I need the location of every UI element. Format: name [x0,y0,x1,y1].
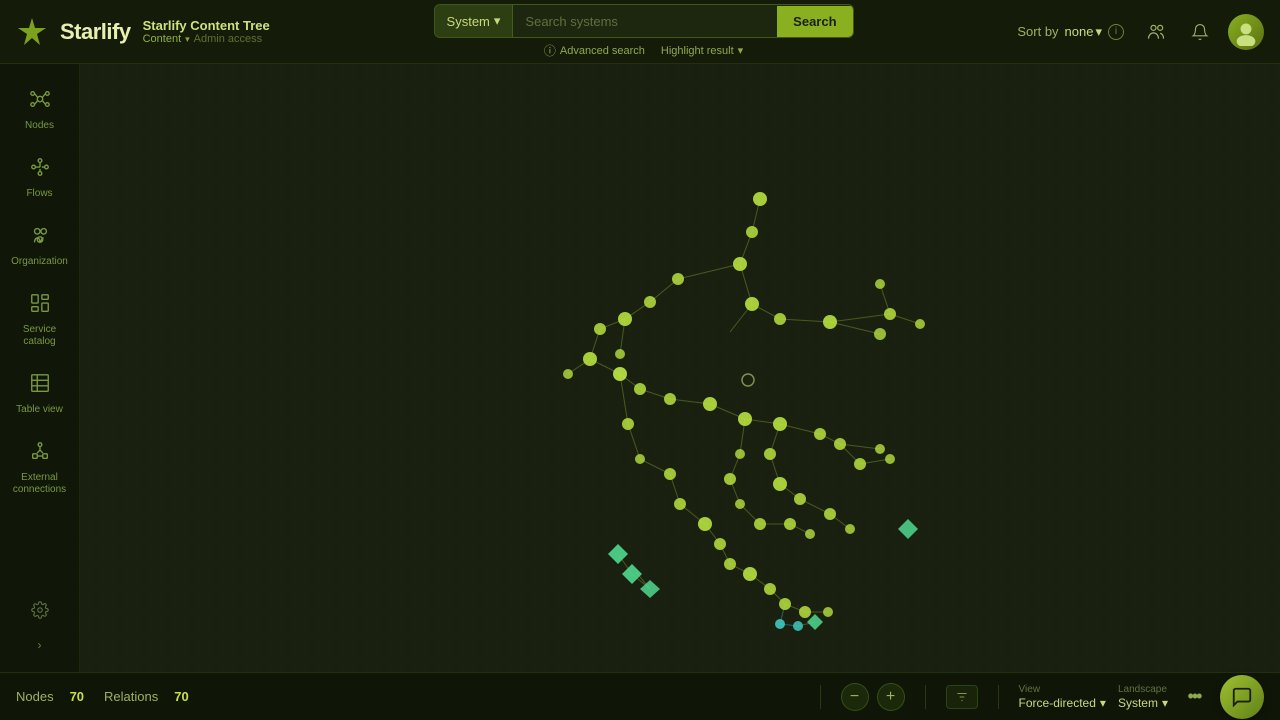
search-system-dropdown[interactable]: System ▾ [435,5,514,37]
app-header: Starlify Starlify Content Tree Content ▾… [0,0,1280,64]
advanced-search-icon: ⓘ [544,42,556,59]
sort-value-dropdown[interactable]: none ▾ [1065,24,1102,40]
landscape-value-text: System [1118,696,1158,710]
chat-button[interactable] [1220,675,1264,719]
status-right: − + View Force-directed ▾ Landscape Syst… [812,675,1264,719]
graph-area[interactable] [80,64,1280,672]
users-icon[interactable] [1140,16,1172,48]
header-icons [1140,14,1264,50]
more-options-button[interactable]: ••• [1180,683,1208,711]
sidebar-item-table-view[interactable]: Table view [6,364,74,424]
breadcrumb: Starlify Content Tree Content ▾ Admin ac… [143,18,270,45]
sidebar-bottom: › [24,594,56,672]
status-divider-2 [925,685,926,709]
view-label: View [1019,684,1106,695]
landscape-label: Landscape [1118,684,1168,695]
view-value-text: Force-directed [1019,696,1096,710]
sort-chevron: ▾ [1095,24,1102,40]
search-area: System ▾ Search ⓘ Advanced search Highli… [286,4,1002,59]
highlight-chevron: ▾ [738,44,744,57]
breadcrumb-chevron: ▾ [185,34,190,45]
bell-icon[interactable] [1184,16,1216,48]
status-divider-3 [998,685,999,709]
table-view-icon [29,372,51,400]
force-directed-graph [80,64,1280,672]
zoom-in-button[interactable]: + [877,683,905,711]
organization-icon [29,224,51,252]
view-chevron: ▾ [1100,696,1106,710]
organization-label: Organization [11,256,68,268]
sort-by-control: Sort by none ▾ i [1017,24,1124,40]
sort-label: Sort by [1017,24,1058,39]
sidebar: Nodes Flows Organization [0,64,80,672]
table-view-label: Table view [16,404,63,416]
status-info: Nodes 70 Relations 70 [16,689,189,704]
sort-info-icon[interactable]: i [1108,24,1124,40]
search-bar: System ▾ Search [434,4,854,38]
landscape-control: Landscape System ▾ [1118,684,1168,710]
sidebar-item-service-catalog[interactable]: Service catalog [6,284,74,356]
search-button[interactable]: Search [777,6,852,37]
breadcrumb-section[interactable]: Content [143,33,182,45]
zoom-controls: − + [841,683,905,711]
status-divider [820,685,821,709]
expand-icon: › [38,638,42,652]
nodes-label: Nodes [16,689,54,704]
app-name: Starlify [60,19,131,45]
external-connections-icon [29,440,51,468]
nodes-label: Nodes [25,120,54,132]
search-input[interactable] [513,6,777,37]
sidebar-item-organization[interactable]: Organization [6,216,74,276]
sidebar-item-flows[interactable]: Flows [6,148,74,208]
settings-icon[interactable] [24,594,56,626]
landscape-chevron: ▾ [1162,696,1168,710]
breadcrumb-sub: Content ▾ Admin access [143,33,270,45]
main-layout: Nodes Flows Organization [0,64,1280,672]
user-avatar[interactable] [1228,14,1264,50]
flows-label: Flows [26,188,52,200]
logo-area: Starlify Starlify Content Tree Content ▾… [16,16,270,48]
sort-value-text: none [1065,24,1094,39]
highlight-result-label: Highlight result [661,45,734,57]
advanced-search-link[interactable]: ⓘ Advanced search [544,42,645,59]
search-options: ⓘ Advanced search Highlight result ▾ [544,42,743,59]
breadcrumb-access: Admin access [194,33,262,45]
service-catalog-icon [29,292,51,320]
external-connections-label: External connections [13,472,66,496]
highlight-result-toggle[interactable]: Highlight result ▾ [661,44,743,57]
nodes-count: 70 [70,689,84,704]
sidebar-item-nodes[interactable]: Nodes [6,80,74,140]
view-control: View Force-directed ▾ [1019,684,1106,710]
flows-icon [29,156,51,184]
logo-icon [16,16,48,48]
advanced-search-label: Advanced search [560,45,645,57]
sidebar-item-external-connections[interactable]: External connections [6,432,74,504]
expand-panel-btn[interactable]: › [32,634,48,656]
landscape-value-dropdown[interactable]: System ▾ [1118,696,1168,710]
relations-count: 70 [174,689,188,704]
breadcrumb-title: Starlify Content Tree [143,18,270,33]
header-right: Sort by none ▾ i [1017,14,1264,50]
service-catalog-label: Service catalog [14,324,66,348]
search-system-chevron: ▾ [494,13,501,29]
view-value-dropdown[interactable]: Force-directed ▾ [1019,696,1106,710]
nodes-icon [29,88,51,116]
status-bar: Nodes 70 Relations 70 − + View Force-dir… [0,672,1280,720]
zoom-out-button[interactable]: − [841,683,869,711]
relations-label: Relations [104,689,158,704]
filter-button[interactable] [946,685,978,709]
search-system-label: System [447,14,490,29]
